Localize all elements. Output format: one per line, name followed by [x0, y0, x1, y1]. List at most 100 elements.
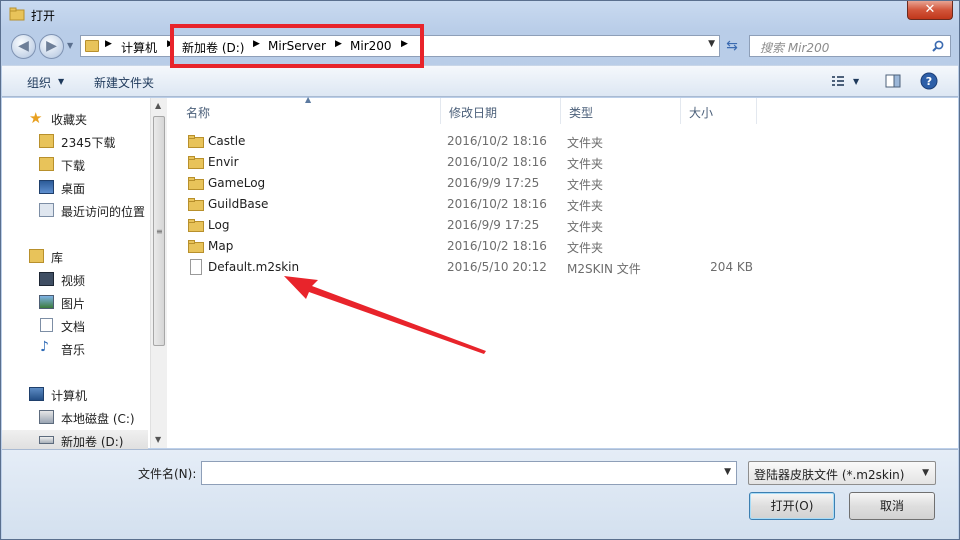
view-options-icon[interactable]	[830, 72, 848, 90]
open-button[interactable]: 打开(O)	[749, 492, 835, 520]
folder-icon	[188, 240, 204, 253]
sidebar-item-label: 文档	[61, 320, 86, 334]
recent-pages-dropdown-icon[interactable]: ▼	[67, 41, 73, 50]
file-type-filter-select[interactable]: 登陆器皮肤文件 (*.m2skin) ▼	[748, 461, 936, 485]
sidebar-item-downloads[interactable]: 下载	[2, 154, 148, 175]
sidebar-item-documents[interactable]: 文档	[2, 315, 148, 336]
file-date: 2016/10/2 18:16	[447, 134, 547, 148]
column-header-name[interactable]: ▲ 名称	[168, 95, 441, 124]
sort-ascending-icon: ▲	[305, 95, 312, 104]
search-input[interactable]: 搜索 Mir200	[749, 35, 951, 57]
grip-icon: ≡	[156, 227, 163, 236]
column-header-date[interactable]: 修改日期	[441, 98, 561, 124]
file-name: Log	[208, 218, 230, 232]
preview-pane-icon[interactable]	[884, 72, 902, 90]
folder-icon	[188, 135, 204, 148]
sidebar-item-pictures[interactable]: 图片	[2, 292, 148, 313]
file-row[interactable]: Castle 2016/10/2 18:16 文件夹	[168, 131, 958, 152]
file-type: 文件夹	[567, 136, 604, 150]
breadcrumb-computer[interactable]: 计算机	[121, 39, 157, 56]
library-icon	[29, 249, 44, 263]
back-button[interactable]: ◀	[11, 34, 36, 59]
column-label: 类型	[569, 106, 594, 120]
recent-places-icon	[39, 203, 54, 217]
chevron-down-icon[interactable]: ▼	[58, 77, 64, 86]
scrollbar-thumb[interactable]: ≡	[153, 116, 165, 346]
column-label: 大小	[689, 106, 714, 120]
column-label: 修改日期	[449, 106, 498, 120]
navigation-bar: ◀ ▶ ▼ ▶ 计算机 ▶ 新加卷 (D:) ▶ MirServer ▶ Mir…	[1, 31, 959, 63]
cancel-button[interactable]: 取消	[849, 492, 935, 520]
sidebar-scrollbar[interactable]: ▲ ≡ ▼	[150, 98, 167, 448]
sidebar-item-videos[interactable]: 视频	[2, 269, 148, 290]
pictures-icon	[39, 295, 54, 309]
column-label: 名称	[186, 106, 211, 120]
folder-icon	[188, 219, 204, 232]
new-folder-button[interactable]: 新建文件夹	[94, 74, 154, 91]
folder-icon	[39, 134, 54, 148]
refresh-button[interactable]: ⇆	[721, 35, 743, 57]
help-icon[interactable]: ?	[920, 72, 938, 90]
command-toolbar: 组织 ▼ 新建文件夹 ▼ ?	[2, 65, 958, 97]
drive-icon	[39, 410, 54, 424]
file-row[interactable]: Default.m2skin 2016/5/10 20:12 M2SKIN 文件…	[168, 257, 958, 278]
sidebar-item-libraries[interactable]: 库	[2, 246, 148, 267]
folder-icon	[188, 198, 204, 211]
sidebar-item-computer[interactable]: 计算机	[2, 384, 148, 405]
star-icon: ★	[29, 109, 43, 127]
file-date: 2016/10/2 18:16	[447, 155, 547, 169]
file-date: 2016/9/9 17:25	[447, 218, 540, 232]
filename-input[interactable]: ▼	[201, 461, 737, 485]
scroll-down-icon[interactable]: ▼	[155, 435, 161, 444]
file-row[interactable]: GuildBase 2016/10/2 18:16 文件夹	[168, 194, 958, 215]
file-row[interactable]: Log 2016/9/9 17:25 文件夹	[168, 215, 958, 236]
organize-button[interactable]: 组织	[27, 74, 51, 91]
file-row[interactable]: GameLog 2016/9/9 17:25 文件夹	[168, 173, 958, 194]
address-dropdown-icon[interactable]: ▼	[708, 39, 715, 49]
filename-history-dropdown-icon[interactable]: ▼	[724, 467, 731, 477]
file-type: 文件夹	[567, 241, 604, 255]
sidebar-item-label: 下载	[61, 159, 86, 173]
video-icon	[39, 272, 54, 286]
file-name: Map	[208, 239, 234, 253]
sidebar-item-recent-places[interactable]: 最近访问的位置	[2, 200, 148, 221]
sidebar-item-2345-downloads[interactable]: 2345下载	[2, 131, 148, 152]
file-type: 文件夹	[567, 220, 604, 234]
sidebar-item-label: 计算机	[51, 389, 88, 403]
drive-icon	[39, 436, 54, 444]
annotation-highlight-box	[170, 24, 424, 68]
sidebar-item-desktop[interactable]: 桌面	[2, 177, 148, 198]
computer-icon	[29, 387, 44, 401]
folder-icon	[188, 156, 204, 169]
documents-icon	[40, 318, 53, 332]
open-folder-icon	[9, 7, 25, 21]
file-type-filter-value: 登陆器皮肤文件 (*.m2skin)	[754, 468, 905, 482]
music-note-icon: ♪	[40, 339, 49, 355]
content-area: ★ 收藏夹 2345下载 下载 桌面 最近访问的位置 库 视频 图片 文档 ♪ …	[2, 95, 958, 451]
file-row[interactable]: Envir 2016/10/2 18:16 文件夹	[168, 152, 958, 173]
sidebar-item-volume-d[interactable]: 新加卷 (D:)	[2, 430, 148, 451]
forward-arrow-icon: ▶	[46, 38, 57, 54]
close-button[interactable]: ✕	[907, 1, 953, 20]
file-row[interactable]: Map 2016/10/2 18:16 文件夹	[168, 236, 958, 257]
file-type: 文件夹	[567, 199, 604, 213]
scroll-up-icon[interactable]: ▲	[155, 101, 161, 110]
forward-button[interactable]: ▶	[39, 34, 64, 59]
view-dropdown-icon[interactable]: ▼	[853, 77, 859, 86]
search-icon[interactable]	[932, 40, 944, 52]
sidebar-item-music[interactable]: ♪ 音乐	[2, 338, 148, 359]
sidebar-item-local-disk-c[interactable]: 本地磁盘 (C:)	[2, 407, 148, 428]
sidebar-item-label: 新加卷 (D:)	[61, 435, 124, 449]
file-type: 文件夹	[567, 178, 604, 192]
column-header-type[interactable]: 类型	[561, 98, 681, 124]
sidebar-item-label: 最近访问的位置	[61, 205, 146, 219]
column-header-size[interactable]: 大小	[681, 98, 757, 124]
refresh-icon: ⇆	[726, 38, 738, 54]
file-name: Castle	[208, 134, 246, 148]
file-icon	[190, 259, 202, 275]
breadcrumb-separator-icon[interactable]: ▶	[105, 39, 112, 49]
dialog-footer: 文件名(N): ▼ 登陆器皮肤文件 (*.m2skin) ▼ 打开(O) 取消	[2, 449, 958, 539]
search-placeholder: 搜索 Mir200	[760, 41, 830, 55]
sidebar-item-favorites[interactable]: ★ 收藏夹	[2, 108, 148, 129]
file-name: Envir	[208, 155, 239, 169]
